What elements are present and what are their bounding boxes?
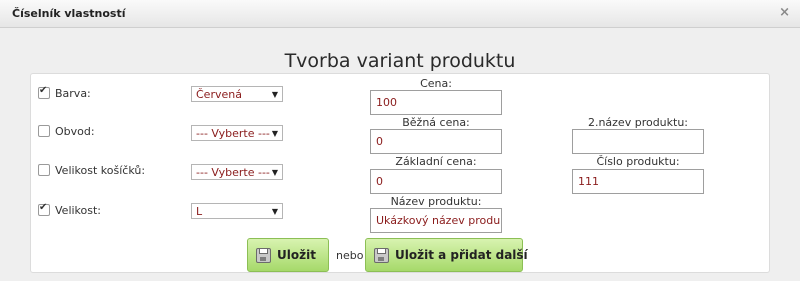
save-button[interactable]: Uložit bbox=[247, 238, 329, 272]
save-and-add-button-label: Uložit a přidat další bbox=[395, 248, 528, 262]
chevron-down-icon: ▼ bbox=[271, 207, 278, 216]
select-barva[interactable]: Červená ▼ bbox=[191, 86, 283, 102]
variant-form-panel: Barva: Červená ▼ Obvod: --- Vyberte --- … bbox=[30, 73, 770, 273]
input-cena[interactable]: 100 bbox=[370, 90, 502, 115]
chevron-down-icon: ▼ bbox=[271, 129, 278, 138]
option-label-velikost: Velikost: bbox=[55, 204, 102, 217]
chevron-down-icon: ▼ bbox=[271, 90, 278, 99]
dialog-titlebar: Číselník vlastností × bbox=[0, 0, 800, 28]
checkbox-obvod[interactable] bbox=[38, 125, 50, 137]
label-cena: Cena: bbox=[420, 77, 452, 90]
dialog-content: Tvorba variant produktu Barva: Červená ▼… bbox=[0, 28, 800, 281]
checkbox-barva[interactable] bbox=[38, 85, 50, 99]
save-icon bbox=[374, 248, 389, 263]
input-nazev-produktu-2[interactable] bbox=[572, 129, 704, 154]
label-zakladni-cena: Základní cena: bbox=[395, 155, 477, 168]
save-icon bbox=[256, 248, 271, 263]
option-label-velikost-kosicku: Velikost košíčků: bbox=[55, 164, 146, 177]
input-zakladni-cena[interactable]: 0 bbox=[370, 169, 502, 194]
select-value: --- Vyberte --- bbox=[196, 166, 270, 179]
option-label-barva: Barva: bbox=[55, 87, 91, 100]
option-label-obvod: Obvod: bbox=[55, 125, 95, 138]
checkbox-velikost-kosicku[interactable] bbox=[38, 164, 50, 176]
select-value: L bbox=[196, 205, 203, 218]
chevron-down-icon: ▼ bbox=[271, 168, 278, 177]
save-and-add-button[interactable]: Uložit a přidat další bbox=[365, 238, 528, 272]
label-bezna-cena: Běžná cena: bbox=[402, 116, 470, 129]
label-nazev-produktu-2: 2.název produktu: bbox=[587, 116, 689, 129]
input-cislo-produktu[interactable]: 111 bbox=[572, 169, 704, 194]
select-obvod[interactable]: --- Vyberte --- ▼ bbox=[191, 125, 283, 141]
label-nazev-produktu: Název produktu: bbox=[390, 195, 482, 208]
select-value: Červená bbox=[196, 88, 242, 101]
select-value: --- Vyberte --- bbox=[196, 127, 270, 140]
checkbox-velikost[interactable] bbox=[38, 202, 50, 216]
input-bezna-cena[interactable]: 0 bbox=[370, 129, 502, 154]
select-velikost-kosicku[interactable]: --- Vyberte --- ▼ bbox=[191, 164, 283, 180]
select-velikost[interactable]: L ▼ bbox=[191, 203, 283, 219]
dialog-title: Číselník vlastností bbox=[12, 7, 126, 20]
close-icon[interactable]: × bbox=[779, 5, 790, 20]
label-cislo-produktu: Číslo produktu: bbox=[596, 155, 680, 168]
save-button-label: Uložit bbox=[277, 248, 316, 262]
separator-text: nebo bbox=[336, 249, 364, 262]
input-nazev-produktu[interactable]: Ukázkový název produk bbox=[370, 208, 502, 233]
page-title: Tvorba variant produktu bbox=[284, 50, 516, 72]
